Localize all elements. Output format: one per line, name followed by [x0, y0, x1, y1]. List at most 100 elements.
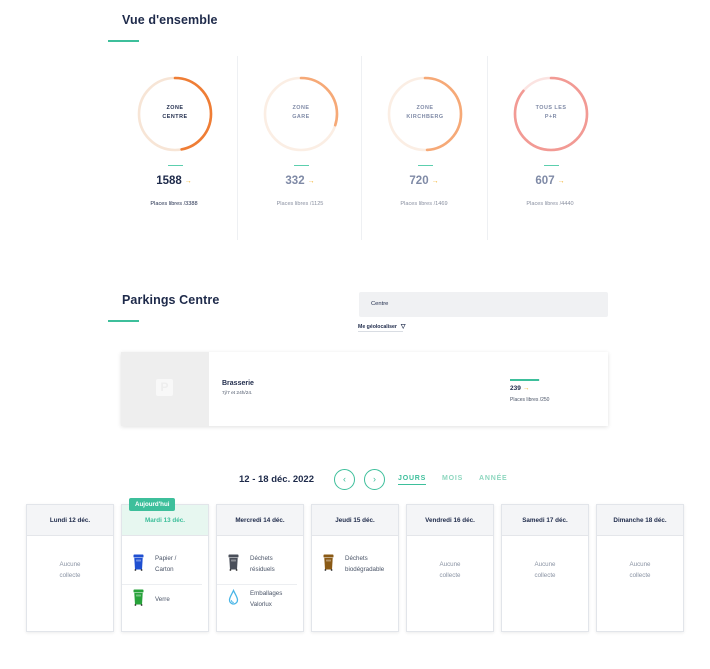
day-card: Vendredi 16 déc. Aucune collecte	[406, 504, 494, 632]
zone-free-number: 332	[285, 175, 305, 187]
zone-gare-card[interactable]: ZONE GARE 332 → Places libres /1125	[238, 64, 362, 239]
collection-type-line2: Carton	[155, 566, 174, 573]
zone-separator	[237, 56, 238, 240]
collection-type: Verre	[155, 594, 170, 605]
geolocate-label: Me géolocaliser	[358, 324, 397, 330]
item-divider	[217, 584, 297, 585]
day-label: Lundi 12 déc.	[27, 505, 113, 536]
parking-image-placeholder: P	[121, 352, 209, 426]
collection-type-line1: Papier /	[155, 555, 177, 562]
item-divider	[122, 584, 202, 585]
zone-free-subtitle: Places libres /1125	[276, 201, 324, 207]
no-collection-line2: collecte	[439, 572, 461, 579]
zone-free-number: 607	[535, 175, 555, 187]
day-card: Lundi 12 déc. Aucune collecte	[26, 504, 114, 632]
no-collection-line1: Aucune	[59, 561, 81, 568]
trend-arrow-icon: →	[557, 178, 565, 185]
zone-label: TOUS LES P+R	[513, 104, 589, 122]
day-card: Mardi 13 déc. Papier / Carton Verre	[121, 504, 209, 632]
parking-search-input[interactable]: Centre	[359, 292, 608, 317]
no-collection-label: Aucune collecte	[407, 559, 493, 581]
tab-days[interactable]: JOURS	[398, 475, 427, 485]
parking-name: Brasserie	[222, 380, 254, 387]
zone-free-count: 1588 →	[112, 175, 236, 187]
zone-label-line2: KIRCHBERG	[406, 114, 444, 120]
geolocate-link[interactable]: Me géolocaliser ▽	[358, 323, 406, 330]
day-label: Jeudi 15 déc.	[312, 505, 398, 536]
parkings-title-underline	[108, 320, 139, 322]
next-week-button[interactable]: ›	[364, 469, 385, 490]
no-collection-label: Aucune collecte	[27, 559, 113, 581]
prev-week-button[interactable]: ‹	[334, 469, 355, 490]
zone-free-subtitle: Places libres /1469	[400, 201, 448, 207]
today-badge: Aujourd'hui	[129, 498, 176, 511]
trend-arrow-icon: →	[431, 178, 439, 185]
zone-free-subtitle: Places libres /4440	[526, 201, 574, 207]
parking-p-icon: P	[156, 379, 173, 396]
no-collection-line1: Aucune	[629, 561, 651, 568]
day-card: Mercredi 14 déc. Déchets résiduels Emballag…	[216, 504, 304, 632]
week-range-label: 12 - 18 déc. 2022	[239, 474, 314, 485]
overview-title: Vue d'ensemble	[122, 13, 218, 27]
collection-type: Papier / Carton	[155, 553, 176, 575]
parking-card-brasserie[interactable]: P Brasserie 7j/7 et 24h/24. 239 → Places …	[121, 352, 608, 426]
trend-arrow-icon: →	[307, 178, 315, 185]
collection-item: Déchets résiduels	[225, 553, 297, 581]
zone-separator	[361, 56, 362, 240]
collection-type: Déchets résiduels	[250, 553, 275, 575]
parkings-title: Parkings Centre	[122, 293, 220, 307]
zone-label: ZONE GARE	[263, 104, 339, 122]
zone-label-line1: ZONE	[416, 105, 434, 111]
collection-type-line2: résiduels	[250, 566, 275, 573]
zone-label: ZONE KIRCHBERG	[387, 104, 463, 122]
zone-free-count: 332 →	[238, 175, 362, 187]
trend-arrow-icon: →	[184, 178, 192, 185]
zone-free-number: 720	[409, 175, 429, 187]
parking-free-number: 239	[510, 385, 521, 392]
zone-label-line1: TOUS LES	[535, 105, 567, 111]
zone-label-line2: P+R	[544, 114, 558, 120]
day-label: Vendredi 16 déc.	[407, 505, 493, 536]
day-card: Dimanche 18 déc. Aucune collecte	[596, 504, 684, 632]
zone-pr-card[interactable]: TOUS LES P+R 607 → Places libres /4440	[488, 64, 612, 239]
overview-title-underline	[108, 40, 139, 42]
collection-type: Déchets biodégradable	[345, 553, 384, 575]
no-collection-line2: collecte	[629, 572, 651, 579]
day-label: Samedi 17 déc.	[502, 505, 588, 536]
zone-free-count: 720 →	[362, 175, 486, 187]
trend-arrow-icon: →	[522, 385, 530, 392]
zone-divider	[294, 165, 309, 166]
tab-months[interactable]: MOIS	[442, 475, 463, 482]
zone-free-count: 607 →	[488, 175, 612, 187]
geolocate-underline	[358, 331, 403, 332]
tab-year[interactable]: ANNÉE	[479, 475, 508, 482]
collection-type: Emballages Valorlux	[250, 588, 282, 610]
collection-type-line2: biodégradable	[345, 566, 385, 573]
collection-item: Papier / Carton	[130, 553, 202, 581]
parking-free-subtitle: Places libres /250	[510, 397, 550, 403]
location-arrow-icon: ▽	[400, 324, 406, 330]
no-collection-line1: Aucune	[534, 561, 556, 568]
collection-item: Emballages Valorlux	[225, 588, 297, 616]
zone-label-line2: GARE	[292, 114, 310, 120]
zone-divider	[544, 165, 559, 166]
zone-label-line1: ZONE	[292, 105, 310, 111]
zone-divider	[168, 165, 183, 166]
no-collection-label: Aucune collecte	[597, 559, 683, 581]
zone-label: ZONE CENTRE	[137, 104, 213, 122]
no-collection-line1: Aucune	[439, 561, 461, 568]
parking-occupancy-fill	[510, 379, 539, 381]
no-collection-line2: collecte	[534, 572, 556, 579]
zone-label-line2: CENTRE	[162, 114, 188, 120]
zone-centre-card[interactable]: ZONE CENTRE 1588 → Places libres /3388	[112, 64, 236, 239]
collection-item: Déchets biodégradable	[320, 553, 392, 581]
zone-kirchberg-card[interactable]: ZONE KIRCHBERG 720 → Places libres /1469	[362, 64, 486, 239]
collection-type-line1: Déchets	[345, 555, 368, 562]
parking-free-count: 239 →	[510, 385, 529, 392]
zone-separator	[487, 56, 488, 240]
day-label: Dimanche 18 déc.	[597, 505, 683, 536]
zone-free-subtitle: Places libres /3388	[150, 201, 198, 207]
no-collection-label: Aucune collecte	[502, 559, 588, 581]
chevron-right-icon: ›	[373, 474, 376, 484]
zone-free-number: 1588	[156, 175, 182, 187]
